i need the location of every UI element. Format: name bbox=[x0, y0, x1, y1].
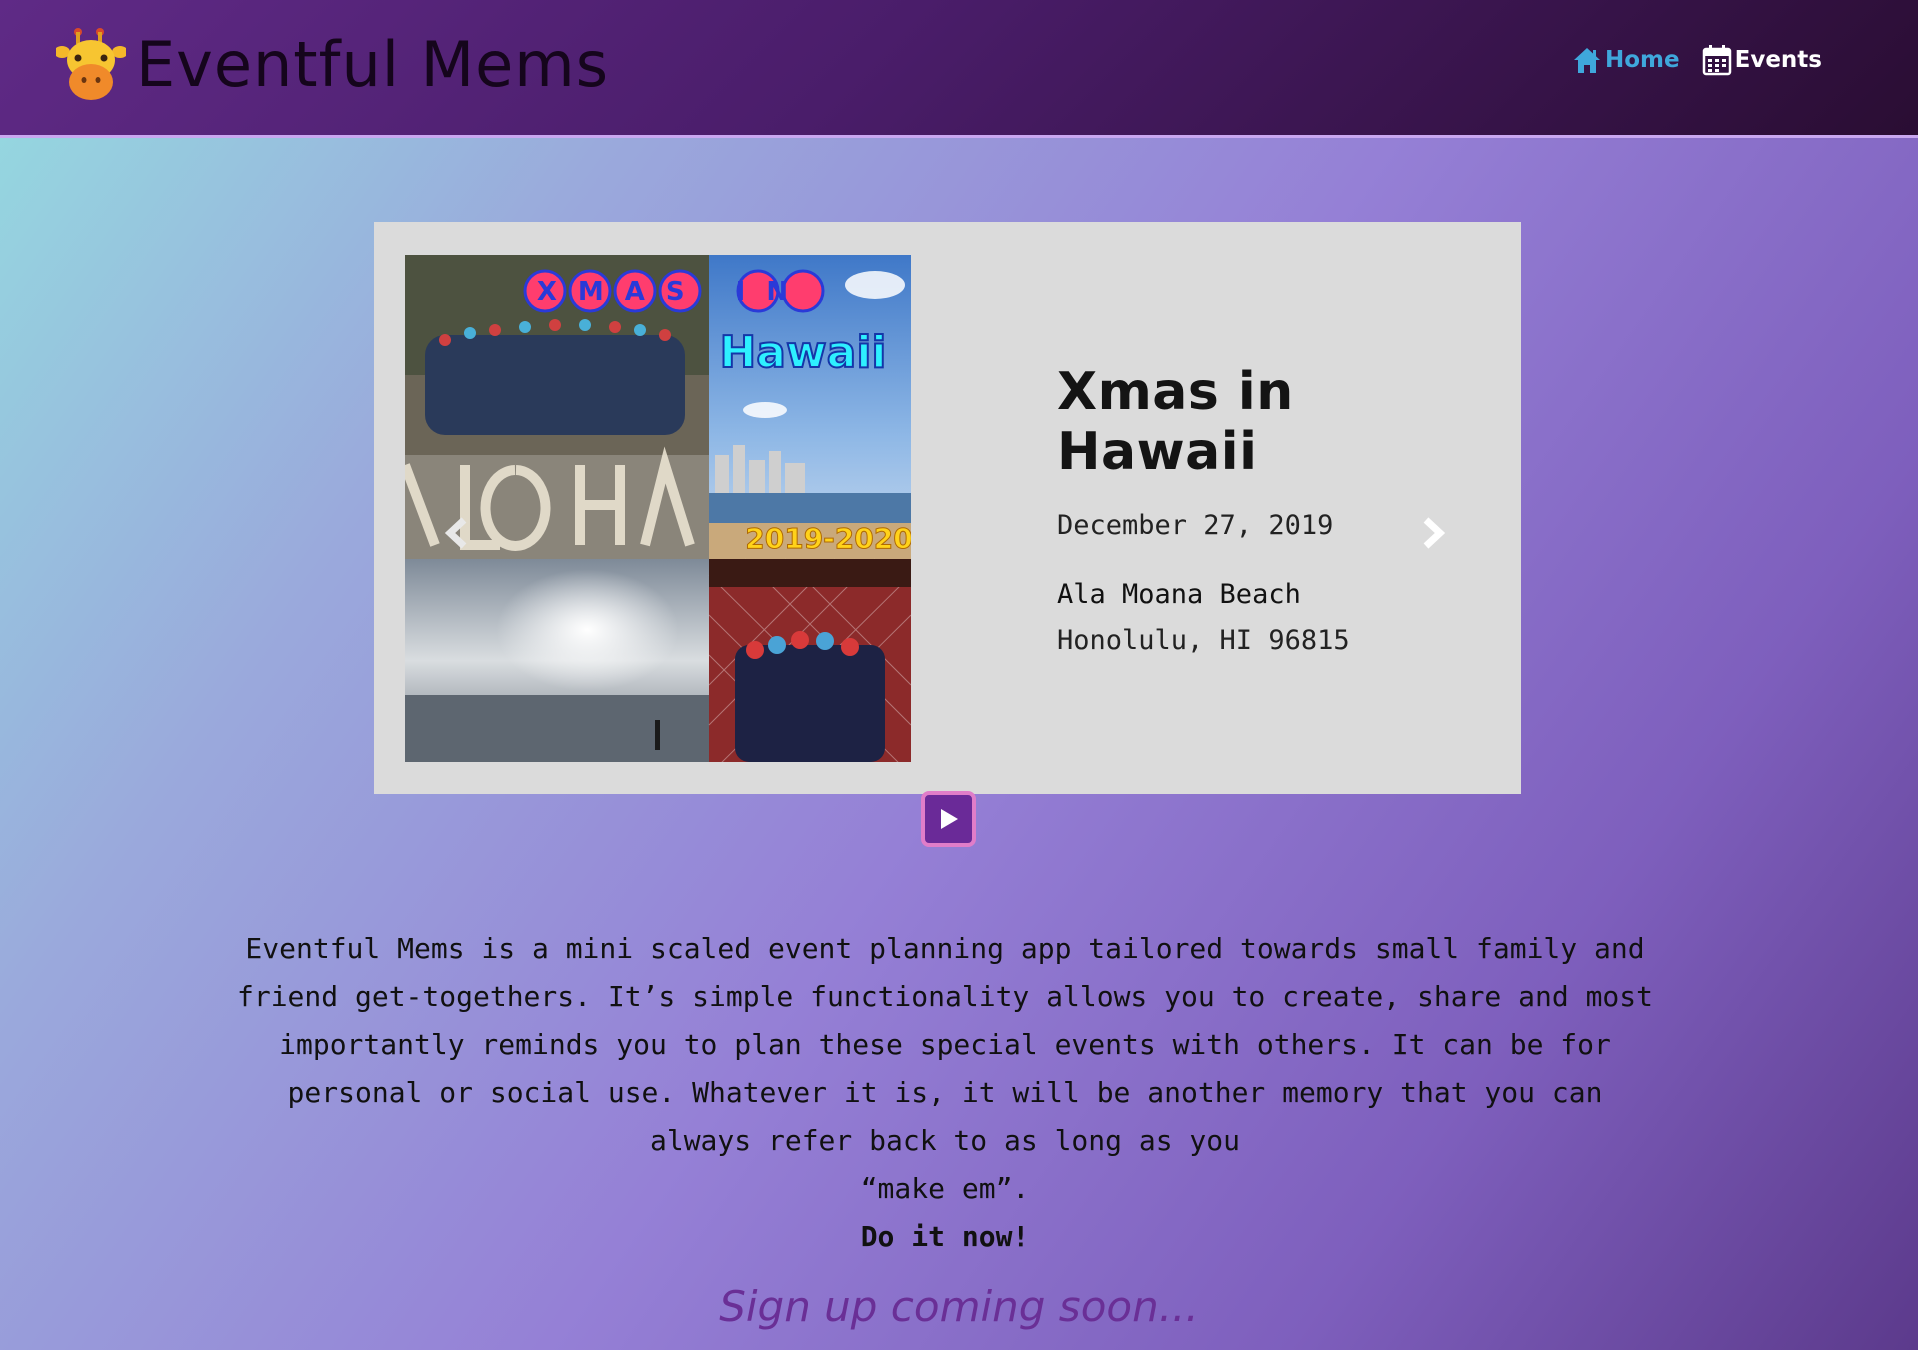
about-line: “make em”. bbox=[860, 1172, 1030, 1205]
nav-home-label[interactable]: Home bbox=[1605, 47, 1680, 73]
about-line: importantly reminds you to plan these sp… bbox=[279, 1028, 1611, 1061]
giraffe-logo-icon bbox=[56, 28, 126, 100]
event-address: Honolulu, HI 96815 bbox=[1057, 625, 1350, 656]
event-collage-image: XMAS IN Hawaii 2019-2020 bbox=[405, 255, 911, 762]
about-line: Eventful Mems is a mini scaled event pla… bbox=[245, 932, 1645, 965]
carousel-prev-button[interactable] bbox=[444, 516, 468, 554]
event-details: Xmas in Hawaii December 27, 2019 Ala Moa… bbox=[1057, 362, 1497, 656]
event-title: Xmas in Hawaii bbox=[1057, 362, 1294, 482]
call-to-action: Do it now! bbox=[860, 1220, 1030, 1253]
about-line: always refer back to as long as you bbox=[649, 1124, 1240, 1157]
chevron-right-icon bbox=[1423, 517, 1446, 549]
nav-events-link[interactable]: Events bbox=[1702, 44, 1822, 76]
main-nav: Home Events bbox=[1572, 44, 1822, 76]
chevron-left-icon bbox=[444, 517, 467, 549]
collage-location-text: Hawaii bbox=[719, 327, 886, 378]
carousel-play-button[interactable] bbox=[921, 791, 976, 847]
calendar-icon bbox=[1702, 44, 1732, 76]
collage-years-text: 2019-2020 bbox=[745, 522, 911, 555]
carousel-next-button[interactable] bbox=[1422, 516, 1446, 554]
event-carousel: XMAS IN Hawaii 2019-2020 Xmas in Hawaii … bbox=[374, 222, 1521, 794]
about-line: friend get-togethers. It’s simple functi… bbox=[236, 980, 1654, 1013]
brand[interactable]: Eventful Mems bbox=[56, 26, 609, 102]
signup-coming-soon: Sign up coming soon... bbox=[719, 1282, 1199, 1331]
home-icon bbox=[1572, 46, 1602, 74]
site-header: Eventful Mems Home Events bbox=[0, 0, 1918, 138]
nav-home-link[interactable]: Home bbox=[1572, 46, 1680, 74]
collage-banner-text: XMAS IN bbox=[537, 277, 809, 307]
about-line: personal or social use. Whatever it is, … bbox=[287, 1076, 1603, 1109]
event-location-name: Ala Moana Beach bbox=[1057, 579, 1301, 610]
about-description: Eventful Mems is a mini scaled event pla… bbox=[230, 925, 1660, 1261]
nav-events-label[interactable]: Events bbox=[1735, 47, 1822, 73]
play-icon bbox=[940, 809, 958, 829]
brand-title[interactable]: Eventful Mems bbox=[136, 28, 609, 101]
